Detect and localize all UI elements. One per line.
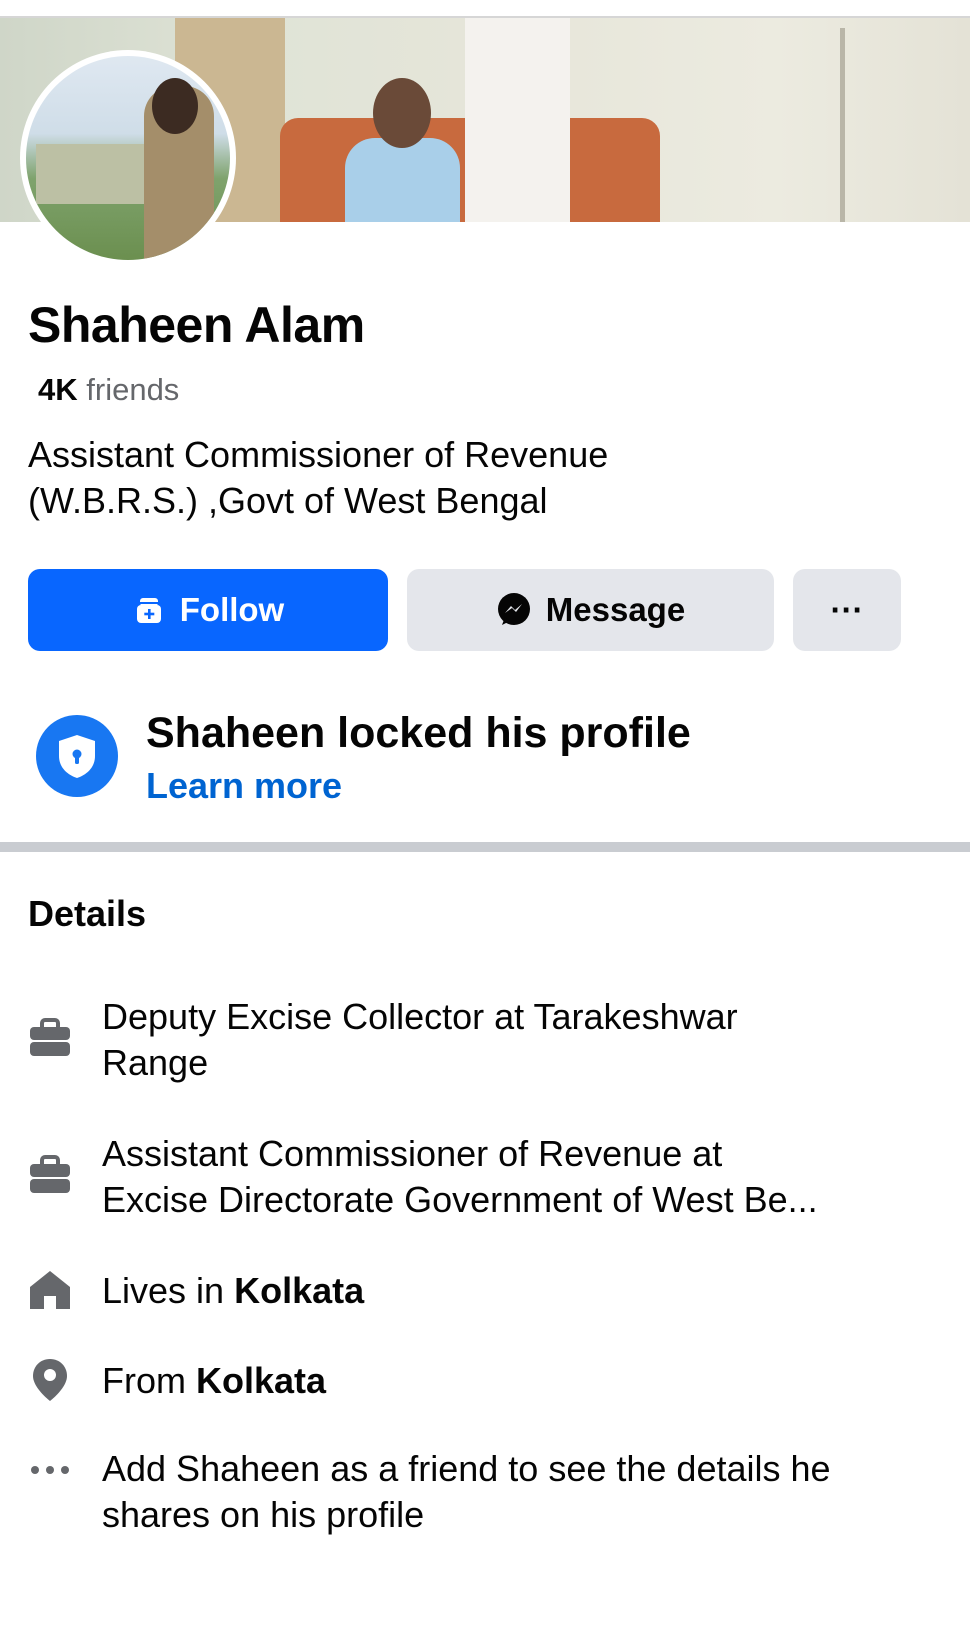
friends-count[interactable]: 4K friends (38, 372, 179, 408)
detail-item-from: From Kolkata (28, 1358, 948, 1408)
detail-line: Range (102, 1042, 209, 1083)
briefcase-icon (28, 1153, 72, 1197)
bio-line: (W.B.R.S.) ,Govt of West Bengal (28, 480, 548, 521)
shield-lock-icon (36, 715, 118, 797)
profile-name: Shaheen Alam (28, 297, 365, 353)
detail-value-link[interactable]: Kolkata (196, 1360, 326, 1401)
details-heading: Details (28, 893, 147, 934)
follow-icon (132, 593, 166, 627)
friends-count-value: 4K (38, 372, 78, 407)
profile-bio: Assistant Commissioner of Revenue (W.B.R… (28, 432, 728, 524)
detail-item-locked-info: Add Shaheen as a friend to see the detai… (28, 1446, 948, 1546)
profile-avatar[interactable] (20, 50, 236, 266)
more-options-button[interactable]: ··· (793, 569, 901, 651)
follow-button[interactable]: Follow (28, 569, 388, 651)
detail-line: Deputy Excise Collector at Tarakeshwar (102, 996, 738, 1037)
detail-item-work: Deputy Excise Collector at Tarakeshwar R… (28, 994, 948, 1094)
more-dots-icon (28, 1448, 72, 1492)
detail-line: Add Shaheen as a friend to see the detai… (102, 1448, 831, 1489)
learn-more-link[interactable]: Learn more (146, 765, 342, 807)
detail-prefix: From (102, 1360, 186, 1401)
detail-value-link[interactable]: Kolkata (234, 1270, 364, 1311)
top-border (0, 0, 970, 18)
message-button[interactable]: Message (407, 569, 774, 651)
locked-profile-title: Shaheen locked his profile (146, 709, 691, 757)
detail-prefix: Lives in (102, 1270, 225, 1311)
briefcase-icon (28, 1016, 72, 1060)
message-label: Message (545, 591, 686, 628)
detail-item-lives-in: Lives in Kolkata (28, 1268, 948, 1318)
more-dots-icon: ··· (830, 591, 864, 628)
friends-count-label: friends (86, 372, 180, 407)
section-divider (0, 842, 970, 852)
home-icon (28, 1268, 72, 1312)
detail-line: Assistant Commissioner of Revenue at (102, 1133, 723, 1174)
detail-line: shares on his profile (102, 1494, 425, 1535)
messenger-icon (496, 592, 532, 628)
detail-item-work: Assistant Commissioner of Revenue at Exc… (28, 1131, 948, 1231)
detail-line: Excise Directorate Government of West Be… (102, 1179, 818, 1220)
locked-profile-notice: Shaheen locked his profile Learn more (36, 705, 936, 807)
location-pin-icon (28, 1358, 72, 1402)
follow-label: Follow (179, 591, 285, 628)
bio-line: Assistant Commissioner of Revenue (28, 434, 609, 475)
